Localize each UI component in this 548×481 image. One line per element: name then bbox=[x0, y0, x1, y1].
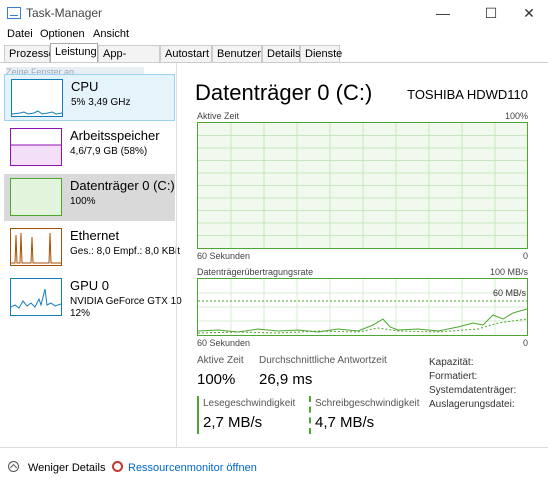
response-time-label: Durchschnittliche Antwortzeit bbox=[259, 355, 387, 366]
tab-details[interactable]: Details bbox=[262, 45, 301, 62]
transfer-rate-x-label: 60 Sekunden bbox=[197, 338, 251, 348]
write-speed-label: Schreibgeschwindigkeit bbox=[315, 398, 420, 409]
tab-benutzer[interactable]: Benutzer bbox=[212, 45, 262, 62]
write-speed-indicator bbox=[309, 396, 311, 434]
sidebar-item-label: GPU 0 bbox=[70, 278, 110, 293]
transfer-rate-graph bbox=[197, 278, 528, 336]
sidebar-item-cpu[interactable]: CPU 5% 3,49 GHz bbox=[4, 74, 175, 121]
tab-app-verlauf[interactable]: App-Verlauf bbox=[98, 45, 160, 76]
transfer-rate-graph-max: 100 MB/s bbox=[489, 267, 528, 277]
sidebar-item-detail: 4,6/7,9 GB (58%) bbox=[70, 146, 148, 157]
tab-dienste[interactable]: Dienste bbox=[300, 45, 342, 62]
active-time-label: Aktive Zeit bbox=[197, 355, 244, 366]
read-speed-label: Lesegeschwindigkeit bbox=[203, 398, 296, 409]
gpu-thumbnail-graph bbox=[10, 278, 62, 316]
system-disk-label: Systemdatenträger: bbox=[429, 385, 517, 396]
active-time-x-label: 60 Sekunden bbox=[197, 251, 251, 261]
write-speed-value: 4,7 MB/s bbox=[315, 414, 375, 431]
resource-monitor-link[interactable]: Ressourcenmonitor öffnen bbox=[128, 462, 257, 474]
read-speed-value: 2,7 MB/s bbox=[203, 414, 263, 431]
page-file-label: Auslagerungsdatei: bbox=[429, 399, 515, 410]
menu-ansicht[interactable]: Ansicht bbox=[93, 28, 129, 40]
transfer-rate-graph-label: Datenträgerübertragungsrate bbox=[197, 267, 314, 277]
active-time-graph bbox=[197, 122, 528, 249]
capacity-label: Kapazität: bbox=[429, 357, 474, 368]
sidebar-item-detail-2: 12% bbox=[70, 308, 91, 319]
cpu-thumbnail-graph bbox=[11, 79, 63, 117]
transfer-rate-plot bbox=[197, 279, 528, 335]
active-time-value: 100% bbox=[197, 371, 236, 388]
tab-prozesse[interactable]: Prozesse bbox=[4, 45, 55, 62]
transfer-rate-mid: 60 MB/s bbox=[492, 288, 526, 298]
ethernet-thumbnail-graph bbox=[10, 228, 62, 266]
maximize-button[interactable]: ☐ bbox=[476, 4, 506, 22]
close-button[interactable]: ✕ bbox=[514, 4, 544, 22]
read-speed-indicator bbox=[197, 396, 199, 434]
active-time-graph-label: Aktive Zeit bbox=[197, 111, 240, 121]
tab-leistung[interactable]: Leistung bbox=[50, 43, 98, 63]
active-time-graph-max: 100% bbox=[504, 111, 528, 121]
minimize-button[interactable]: — bbox=[428, 4, 458, 22]
sidebar-item-gpu[interactable]: GPU 0 NVIDIA GeForce GTX 10 12% bbox=[4, 274, 182, 321]
menu-datei[interactable]: Datei bbox=[7, 28, 33, 40]
sidebar-item-label: Arbeitsspeicher bbox=[70, 128, 160, 143]
sidebar-item-label: Datenträger 0 (C:) bbox=[70, 178, 175, 193]
menu-bar: Datei Optionen Ansicht bbox=[0, 26, 548, 44]
disk-thumbnail-graph bbox=[10, 178, 62, 216]
sidebar-item-detail: NVIDIA GeForce GTX 10 bbox=[70, 296, 182, 307]
active-time-min: 0 bbox=[522, 251, 528, 261]
memory-thumbnail-graph bbox=[10, 128, 62, 166]
sidebar-item-label: CPU bbox=[71, 79, 99, 94]
sidebar-item-ethernet[interactable]: Ethernet Ges.: 8,0 Empf.: 8,0 KBit bbox=[4, 224, 180, 271]
sidebar-item-detail: Ges.: 8,0 Empf.: 8,0 KBit bbox=[70, 246, 181, 257]
response-time-value: 26,9 ms bbox=[259, 371, 313, 388]
window-title: Task-Manager bbox=[26, 6, 103, 20]
disk-model: TOSHIBA HDWD110 bbox=[407, 87, 528, 102]
fewer-details-link[interactable]: Weniger Details bbox=[28, 462, 105, 474]
sidebar-item-label: Ethernet bbox=[70, 228, 120, 243]
footer-bar: Weniger Details Ressourcenmonitor öffnen bbox=[0, 447, 548, 481]
sidebar-item-disk[interactable]: Datenträger 0 (C:) 100% bbox=[4, 174, 175, 221]
transfer-rate-min: 0 bbox=[522, 338, 528, 348]
disk-detail-panel: Datenträger 0 (C:) TOSHIBA HDWD110 Aktiv… bbox=[177, 63, 548, 447]
sidebar-item-detail: 5% 3,49 GHz bbox=[71, 97, 131, 108]
tab-autostart[interactable]: Autostart bbox=[160, 45, 212, 62]
task-manager-icon bbox=[7, 7, 21, 19]
page-title: Datenträger 0 (C:) bbox=[195, 80, 373, 105]
title-bar: Task-Manager — ☐ ✕ bbox=[0, 0, 548, 26]
sidebar-item-memory[interactable]: Arbeitsspeicher 4,6/7,9 GB (58%) bbox=[4, 124, 175, 171]
menu-optionen[interactable]: Optionen bbox=[40, 28, 85, 40]
active-time-grid bbox=[198, 123, 527, 248]
performance-sidebar: Zeige Fenster an CPU 5% 3,49 GHz Arbeits… bbox=[0, 63, 182, 447]
resource-monitor-icon[interactable] bbox=[112, 461, 123, 472]
formatted-label: Formatiert: bbox=[429, 371, 478, 382]
sidebar-item-detail: 100% bbox=[70, 196, 96, 207]
chevron-up-icon[interactable] bbox=[8, 461, 19, 472]
